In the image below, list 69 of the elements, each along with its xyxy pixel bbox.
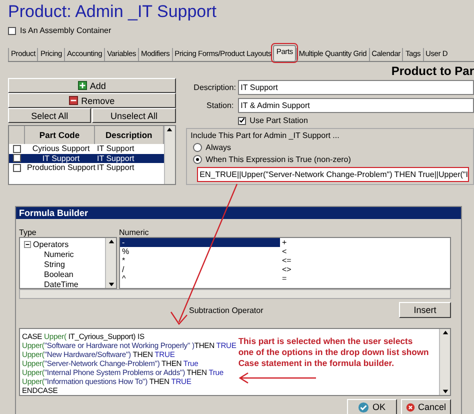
section-title: Product to Par	[390, 63, 474, 78]
list-item[interactable]: ^	[120, 274, 280, 283]
description-field[interactable]: IT Support	[238, 80, 474, 95]
scroll-arrow-icon[interactable]	[442, 329, 448, 336]
table-cell-text: IT Support	[96, 163, 136, 172]
list-label: Type	[19, 228, 36, 237]
annotation-text: This part is selected when the user selects	[238, 336, 414, 347]
table-cell-text: IT Support	[96, 144, 136, 154]
checkbox[interactable]	[8, 26, 16, 34]
table-cell-text: Production Support	[26, 163, 95, 172]
cancel-button[interactable]: Cancel	[401, 399, 451, 414]
field-label: Description:	[194, 83, 234, 92]
check-icon	[238, 117, 245, 124]
list-item[interactable]: *	[120, 256, 280, 265]
table-cell-text: IT Support	[41, 154, 81, 163]
scrollbar[interactable]	[19, 289, 451, 299]
tree-item[interactable]: Boolean	[20, 269, 105, 279]
operator-description: Subtraction Operator	[189, 306, 264, 314]
tree-item[interactable]: Numeric	[20, 249, 105, 259]
checkbox[interactable]	[13, 154, 21, 162]
dialog-title: Formula Builder	[16, 207, 461, 219]
check-circle-icon	[358, 402, 370, 412]
list-item[interactable]: <	[280, 247, 450, 256]
tree-item[interactable]: String	[20, 259, 105, 269]
collapse-icon[interactable]	[24, 240, 31, 248]
checkbox-label: Use Part Station	[250, 116, 308, 125]
list-label: Numeric	[119, 228, 149, 237]
list-item[interactable]: <=	[280, 256, 450, 265]
checkbox[interactable]	[13, 144, 21, 153]
station-field[interactable]: IT & Admin Support	[238, 98, 474, 113]
tree-item[interactable]: Operators	[20, 239, 105, 249]
checkbox-label: Is An Assembly Container	[20, 26, 112, 35]
scroll-arrow-icon[interactable]	[108, 238, 114, 245]
list-item[interactable]: -	[120, 238, 280, 247]
cancel-circle-icon	[406, 402, 415, 412]
tree-item[interactable]: DateTime	[20, 279, 105, 288]
window-title: Product: Admin _IT Support	[7, 1, 218, 22]
add-icon	[78, 81, 87, 90]
scroll-arrow-icon[interactable]	[166, 126, 174, 133]
list-item[interactable]: +	[280, 238, 450, 247]
list-item[interactable]: /	[120, 265, 280, 274]
field-label: Station:	[206, 101, 234, 110]
formula-editor[interactable]	[19, 328, 451, 396]
radio-label: Always	[206, 143, 232, 152]
add-button[interactable]: Add	[8, 78, 176, 93]
annotation-text: Case statement in the formula builder.	[238, 358, 395, 369]
radio-button[interactable]	[192, 143, 202, 152]
remove-icon	[69, 96, 78, 105]
ok-button[interactable]: OK	[347, 399, 397, 414]
list-item[interactable]: <>	[280, 265, 450, 274]
scroll-arrow-icon[interactable]	[442, 388, 448, 395]
column-header[interactable]: Description	[105, 130, 152, 140]
column-header[interactable]: Part Code	[39, 130, 80, 140]
list-item[interactable]: %	[120, 247, 280, 256]
checkbox[interactable]	[238, 116, 246, 124]
select-button[interactable]: Select All	[8, 108, 92, 123]
scroll-arrow-icon[interactable]	[108, 281, 114, 288]
expression-field[interactable]: EN_TRUE||Upper("Server-Network Change-Problem") THEN True||Upper("I	[196, 167, 469, 182]
insert-button[interactable]: Insert	[399, 302, 451, 318]
annotation-text: one of the options in the drop down list shown	[238, 347, 429, 358]
table-cell-text: Cyrious Support	[31, 144, 91, 154]
table-cell-text: IT Support	[96, 154, 136, 163]
remove-button[interactable]: Remove	[8, 93, 176, 108]
checkbox[interactable]	[13, 164, 21, 172]
group-label: Include This Part for Admin _IT Support ...	[190, 131, 340, 140]
radio-button[interactable]	[192, 155, 202, 164]
radio-label: When This Expression is True (non-zero)	[206, 155, 351, 164]
select-button[interactable]: Unselect All	[92, 108, 176, 123]
list-item[interactable]: =	[280, 274, 450, 283]
